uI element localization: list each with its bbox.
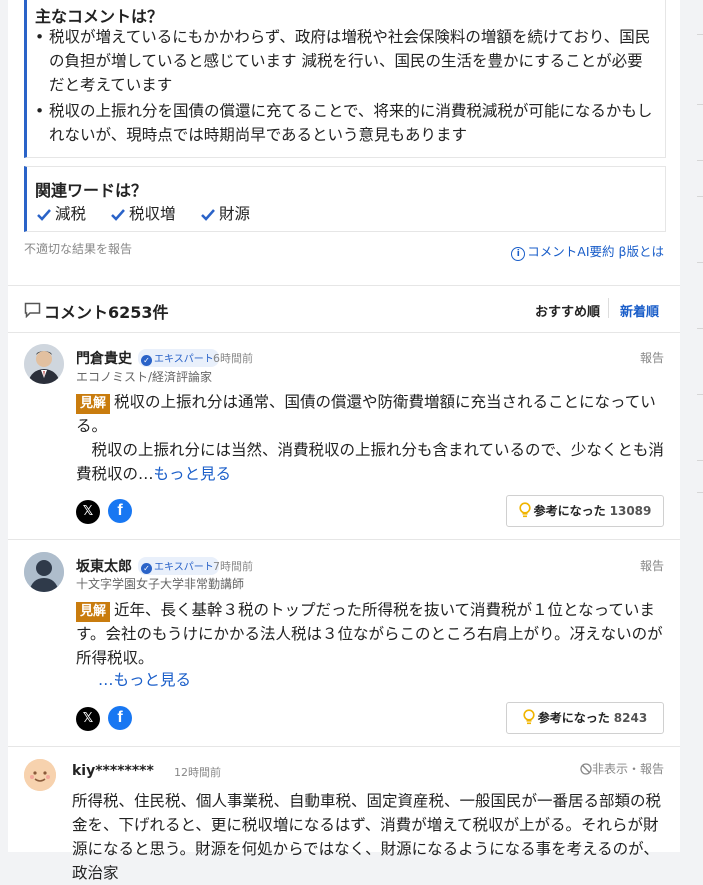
related-word[interactable]: 減税 — [37, 202, 86, 224]
check-icon — [111, 209, 125, 221]
share-buttons: 𝕏f — [76, 706, 140, 731]
divider — [697, 262, 703, 263]
comment-text: 近年、長く基幹３税のトップだった所得税を抜いて消費税が１位となっています。会社の… — [76, 601, 663, 667]
lightbulb-icon — [519, 502, 531, 518]
commenter-name[interactable]: 門倉貴史 — [76, 348, 132, 368]
expert-badge: ✓ エキスパート — [138, 557, 219, 575]
share-buttons: 𝕏f — [76, 499, 140, 524]
comment-text: 税収の上振れ分は通常、国債の償還や防衛費増額に充当されることになっている。 — [76, 393, 656, 435]
divider — [697, 460, 703, 461]
expert-badge-label: エキスパート — [154, 562, 214, 573]
facebook-share-icon[interactable]: f — [108, 499, 132, 523]
helpful-button[interactable]: 参考になった 13089 — [506, 495, 664, 527]
helpful-count: 8243 — [613, 711, 648, 725]
verified-icon: ✓ — [141, 563, 152, 574]
summary-bullet: 税収の上振れ分を国債の償還に充てることで、将来的に消費税減税が可能になるかもしれ… — [35, 99, 655, 147]
helpful-label: 参考になった — [533, 504, 606, 518]
divider — [697, 34, 703, 35]
helpful-count: 13089 — [609, 504, 652, 518]
commenter-name[interactable]: 坂東太郎 — [76, 556, 132, 576]
opinion-tag: 見解 — [76, 602, 111, 622]
comment-body: 所得税、住民税、個人事業税、自動車税、固定資産税、一般国民が一番居る部類の税金を… — [72, 792, 662, 882]
helpful-button[interactable]: 参考になった 8243 — [506, 702, 664, 734]
prohibit-icon — [580, 763, 592, 775]
comment-time: 6時間前 — [213, 352, 253, 365]
ai-summary-info-link[interactable]: i コメントAI要約 β版とは — [511, 241, 664, 261]
hide-report-link[interactable]: 非表示・報告 — [580, 760, 664, 777]
comment-body: 見解 近年、長く基幹３税のトップだった所得税を抜いて消費税が１位となっています。会… — [76, 598, 664, 670]
commenter-role: エコノミスト/経済評論家 — [76, 370, 213, 384]
lightbulb-icon — [523, 709, 535, 725]
right-column — [680, 0, 703, 852]
related-word[interactable]: 財源 — [201, 202, 250, 224]
expert-badge-label: エキスパート — [154, 354, 214, 365]
comment-item: kiy******** 12時間前 非表示・報告 所得税、住民税、個人事業税、自… — [8, 747, 680, 882]
opinion-tag: 見解 — [76, 394, 111, 414]
divider — [697, 328, 703, 329]
report-link[interactable]: 報告 — [640, 557, 664, 574]
report-result-link[interactable]: 不適切な結果を報告 — [24, 240, 132, 257]
sort-recommended-button[interactable]: おすすめ順 — [535, 301, 600, 320]
summary-title: 主なコメントは？ — [35, 7, 164, 26]
comment-icon — [24, 302, 41, 322]
comment-body: 見解 税収の上振れ分は通常、国債の償還や防衛費増額に充当されることになっている。 … — [76, 390, 664, 486]
comment-time: 12時間前 — [174, 766, 221, 779]
comment-item: 坂東太郎 ✓ エキスパート 7時間前 十文字学園女子大学非常勤講師 報告 見解 近年… — [8, 540, 680, 746]
avatar[interactable] — [24, 344, 64, 384]
commenter-name[interactable]: kiy******** — [72, 763, 154, 779]
commenter-role: 十文字学園女子大学非常勤講師 — [76, 577, 245, 591]
x-share-icon[interactable]: 𝕏 — [76, 707, 100, 731]
related-word-label: 財源 — [219, 205, 251, 223]
avatar[interactable] — [24, 552, 64, 592]
comments-header: コメント6253件 おすすめ順 新着順 — [8, 285, 680, 333]
divider — [697, 196, 703, 197]
ai-summary-info-label: コメントAI要約 β版とは — [527, 244, 664, 259]
read-more-link[interactable]: …もっと見る — [98, 668, 191, 690]
related-title: 関連ワードは？ — [35, 181, 148, 200]
avatar[interactable] — [24, 759, 56, 791]
related-words-box: 関連ワードは？ 減税 税収増 財源 — [24, 166, 666, 232]
verified-icon: ✓ — [141, 355, 152, 366]
info-icon: i — [511, 247, 526, 261]
comments-count-title: コメント6253件 — [44, 303, 169, 322]
divider — [697, 160, 703, 161]
facebook-share-icon[interactable]: f — [108, 706, 132, 730]
read-more-link[interactable]: もっと見る — [154, 465, 232, 483]
expert-badge: ✓ エキスパート — [138, 349, 219, 367]
summary-bullet: 税収が増えているにもかかわらず、政府は増税や社会保険料の増額を続けており、国民の… — [35, 25, 655, 97]
report-link[interactable]: 報告 — [640, 349, 664, 366]
related-word[interactable]: 税収増 — [111, 202, 176, 224]
related-word-label: 税収増 — [129, 205, 176, 223]
main-content: 主なコメントは？ 税収が増えているにもかかわらず、政府は増税や社会保険料の増額を… — [8, 0, 680, 882]
check-icon — [201, 209, 215, 221]
divider — [697, 104, 703, 105]
ai-summary-box: 主なコメントは？ 税収が増えているにもかかわらず、政府は増税や社会保険料の増額を… — [24, 0, 666, 158]
hide-report-label: 非表示・報告 — [591, 762, 664, 776]
check-icon — [37, 209, 51, 221]
comment-time: 7時間前 — [213, 560, 253, 573]
x-share-icon[interactable]: 𝕏 — [76, 500, 100, 524]
sort-divider — [608, 298, 609, 318]
helpful-label: 参考になった — [537, 711, 610, 725]
divider — [697, 394, 703, 395]
comment-item: 門倉貴史 ✓ エキスパート 6時間前 エコノミスト/経済評論家 報告 見解 税収の上… — [8, 332, 680, 539]
sort-newest-button[interactable]: 新着順 — [620, 301, 659, 320]
divider — [697, 492, 703, 493]
related-word-label: 減税 — [55, 205, 87, 223]
